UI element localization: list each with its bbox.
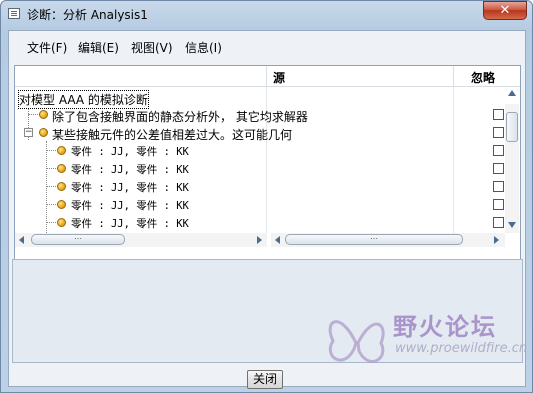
warning-dot-icon [57, 182, 66, 191]
tree-row[interactable]: 除了包含接触界面的静态分析外， 其它均求解器 [15, 106, 505, 124]
vertical-scroll-thumb[interactable] [506, 112, 518, 142]
menu-file[interactable]: 文件(F) [27, 39, 67, 56]
menu-bar: 文件(F) 编辑(E) 视图(V) 信息(I) [9, 31, 525, 61]
detail-panel [12, 259, 523, 363]
header-divider[interactable] [453, 66, 454, 87]
window-close-button[interactable]: ✕ [483, 1, 527, 20]
window-icon [8, 8, 20, 19]
tree-row-label: 零件 : JJ, 零件 : KK [71, 146, 189, 158]
tree-row[interactable]: 零件 : JJ, 零件 : KK [15, 160, 505, 178]
diagnostics-window: 诊断：分析 Analysis1 ✕ 文件(F) 编辑(E) 视图(V) 信息(I… [0, 0, 533, 393]
warning-dot-icon [57, 164, 66, 173]
window-title: 诊断：分析 Analysis1 [27, 8, 148, 22]
tree-row[interactable]: 零件 : JJ, 零件 : KK [15, 142, 505, 160]
scroll-right-arrow-icon[interactable] [494, 236, 499, 244]
column-header-row: 源 忽略 [15, 66, 520, 87]
tree-row[interactable]: − 某些接触元件的公差值相差过大。这可能几何 [15, 124, 505, 142]
menu-view[interactable]: 视图(V) [131, 39, 173, 56]
scroll-left-arrow-icon[interactable] [275, 236, 280, 244]
ignore-checkbox[interactable] [493, 163, 504, 174]
ignore-checkbox[interactable] [493, 145, 504, 156]
horizontal-scroll-thumb[interactable]: ⋯ [285, 234, 463, 245]
warning-dot-icon [39, 128, 48, 137]
warning-dot-icon [57, 218, 66, 227]
close-button[interactable]: 关闭 [247, 370, 283, 389]
horizontal-scrollbar-left[interactable]: ⋯ [15, 233, 267, 247]
title-bar[interactable]: 诊断：分析 Analysis1 ✕ [1, 1, 532, 27]
tree-row[interactable]: 零件 : JJ, 零件 : KK [15, 214, 505, 232]
horizontal-scroll-thumb[interactable]: ⋯ [31, 234, 125, 245]
tree-row-label: 零件 : JJ, 零件 : KK [71, 218, 189, 230]
scroll-up-arrow-icon[interactable] [508, 90, 516, 96]
column-header-ignore[interactable]: 忽略 [471, 69, 495, 86]
tree-root-row[interactable]: 对模型 AAA 的模拟诊断 [15, 88, 505, 109]
vertical-scrollbar[interactable] [505, 90, 519, 233]
horizontal-scrollbar-right[interactable]: ⋯ [271, 233, 505, 247]
diagnostics-tree: 源 忽略 对模型 AAA 的模拟诊断 除了包含接触界面的静态分析外， 其它均求解… [14, 65, 521, 279]
tree-row-label: 除了包含接触界面的静态分析外， 其它均求解器 [52, 110, 308, 124]
tree-row-label: 某些接触元件的公差值相差过大。这可能几何 [52, 128, 293, 142]
tree-row[interactable]: 零件 : JJ, 零件 : KK [15, 196, 505, 214]
warning-dot-icon [57, 200, 66, 209]
menu-info[interactable]: 信息(I) [185, 39, 222, 56]
tree-row[interactable]: 零件 : JJ, 零件 : KK [15, 178, 505, 196]
tree-row-label: 零件 : JJ, 零件 : KK [71, 200, 189, 212]
scroll-right-arrow-icon[interactable] [257, 236, 262, 244]
warning-dot-icon [39, 110, 48, 119]
ignore-checkbox[interactable] [493, 109, 504, 120]
warning-dot-icon [57, 146, 66, 155]
scroll-left-arrow-icon[interactable] [19, 236, 24, 244]
ignore-checkbox[interactable] [493, 127, 504, 138]
client-area: 文件(F) 编辑(E) 视图(V) 信息(I) 源 忽略 对模型 AAA 的模拟… [8, 30, 526, 389]
collapse-icon[interactable]: − [24, 128, 33, 137]
header-divider[interactable] [266, 66, 267, 87]
tree-row-label: 零件 : JJ, 零件 : KK [71, 164, 189, 176]
ignore-checkbox[interactable] [493, 181, 504, 192]
tree-row-label: 零件 : JJ, 零件 : KK [71, 182, 189, 194]
scroll-down-arrow-icon[interactable] [508, 222, 516, 228]
ignore-checkbox[interactable] [493, 199, 504, 210]
menu-edit[interactable]: 编辑(E) [78, 39, 119, 56]
ignore-checkbox[interactable] [493, 217, 504, 228]
column-header-source[interactable]: 源 [273, 69, 285, 86]
